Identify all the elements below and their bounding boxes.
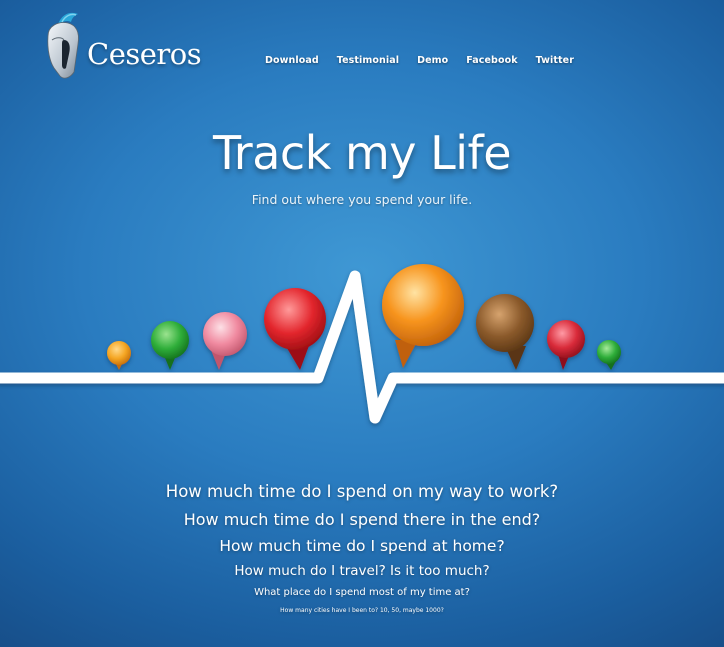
question-item: How much time do I spend there in the en… (183, 510, 541, 529)
nav-link-testimonial[interactable]: Testimonial (337, 55, 399, 66)
nav-link-demo[interactable]: Demo (417, 55, 448, 66)
nav-link-download[interactable]: Download (265, 55, 319, 66)
nav-link-facebook[interactable]: Facebook (466, 55, 517, 66)
question-item: How much do I travel? Is it too much? (234, 563, 490, 579)
question-item: How much time do I spend at home? (219, 537, 505, 555)
hero-subtitle: Find out where you spend your life. (251, 192, 473, 207)
question-item: What place do I spend most of my time at… (254, 587, 470, 598)
question-item: How many cities have I been to? 10, 50, … (280, 607, 444, 614)
nav-link-twitter[interactable]: Twitter (536, 55, 574, 66)
spartan-helmet-icon (47, 12, 79, 79)
heartbeat-line-with-location-pins-icon (0, 264, 724, 424)
question-item: How much time do I spend on my way to wo… (165, 482, 559, 501)
hero-title: Track my Life (212, 126, 512, 180)
landing-page: { "brand": { "name": "Ceseros", "logo_ic… (0, 0, 724, 647)
questions-list: How much time do I spend on my way to wo… (0, 482, 724, 617)
brand-logo[interactable]: Ceseros (40, 10, 202, 82)
main-nav: Download Testimonial Demo Facebook Twitt… (256, 55, 592, 66)
brand-name: Ceseros (87, 37, 202, 71)
